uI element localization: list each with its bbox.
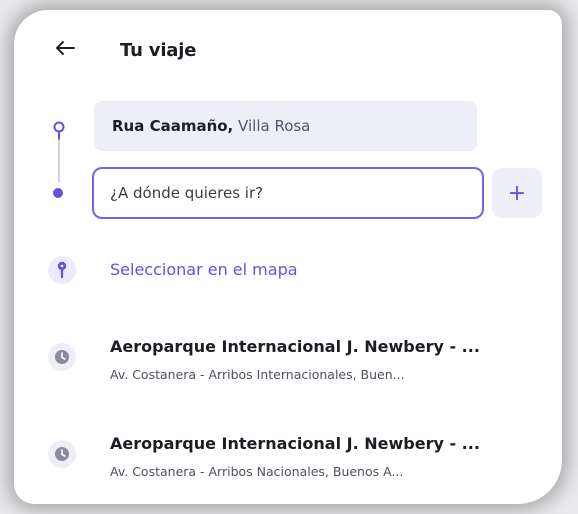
destination-input[interactable] xyxy=(92,167,484,219)
page-title: Tu viaje xyxy=(120,40,197,61)
destination-dot-icon xyxy=(53,188,63,198)
clock-icon xyxy=(48,343,76,371)
history-item[interactable]: Aeroparque Internacional J. Newbery - ..… xyxy=(14,431,562,495)
back-arrow-icon[interactable] xyxy=(54,37,76,59)
history-item-subtitle: Av. Costanera - Arribos Internacionales,… xyxy=(110,367,405,382)
history-item-subtitle: Av. Costanera - Arribos Nacionales, Buen… xyxy=(110,464,404,479)
add-stop-button[interactable]: + xyxy=(492,168,542,218)
trip-panel: Tu viaje Rua Caamaño, Villa Rosa + Selec… xyxy=(14,10,562,504)
route-connector-line xyxy=(58,140,60,182)
select-on-map-label: Seleccionar en el mapa xyxy=(110,260,298,279)
plus-icon: + xyxy=(507,180,527,206)
history-item-title: Aeroparque Internacional J. Newbery - ..… xyxy=(110,434,480,453)
select-on-map-button[interactable]: Seleccionar en el mapa xyxy=(14,253,562,293)
origin-pin-icon xyxy=(50,120,68,142)
history-item-title: Aeroparque Internacional J. Newbery - ..… xyxy=(110,337,480,356)
origin-field[interactable]: Rua Caamaño, Villa Rosa xyxy=(94,101,477,151)
history-item[interactable]: Aeroparque Internacional J. Newbery - ..… xyxy=(14,334,562,398)
clock-icon xyxy=(48,440,76,468)
map-pin-icon xyxy=(48,256,76,284)
header: Tu viaje xyxy=(14,28,562,72)
origin-street: Rua Caamaño, xyxy=(112,117,234,135)
origin-area: Villa Rosa xyxy=(238,117,311,135)
